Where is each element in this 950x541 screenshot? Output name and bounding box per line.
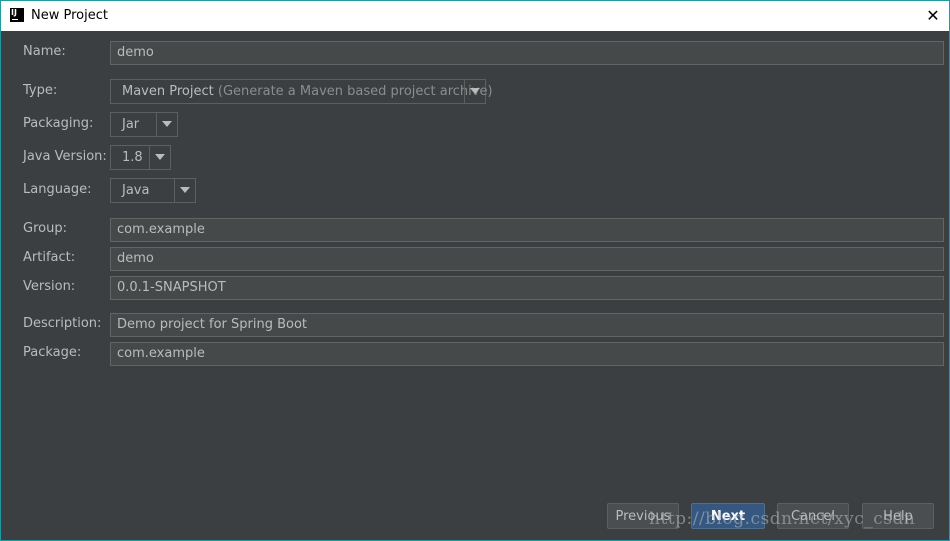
java-version-combo-dropdown-button[interactable]: [149, 146, 170, 169]
type-combo[interactable]: Maven Project (Generate a Maven based pr…: [110, 79, 493, 104]
chevron-down-icon: [155, 154, 165, 160]
packaging-combo-dropdown-button[interactable]: [156, 113, 177, 136]
java-version-label: Java Version:: [23, 149, 107, 164]
type-label: Type:: [23, 83, 58, 98]
close-icon[interactable]: ✕: [923, 6, 943, 26]
version-label: Version:: [23, 279, 76, 294]
artifact-field-value: demo: [117, 251, 154, 266]
language-combo[interactable]: Java: [110, 178, 196, 203]
version-field[interactable]: 0.0.1-SNAPSHOT: [110, 276, 944, 300]
package-field[interactable]: com.example: [110, 342, 944, 366]
packaging-label: Packaging:: [23, 116, 94, 131]
version-field-value: 0.0.1-SNAPSHOT: [117, 280, 226, 295]
chevron-down-icon: [180, 187, 190, 193]
name-label: Name:: [23, 44, 66, 59]
language-combo-value: Java: [122, 183, 150, 198]
new-project-dialog: IJ New Project ✕ Name: demo Type: Maven …: [0, 0, 950, 541]
chevron-down-icon: [162, 121, 172, 127]
group-field[interactable]: com.example: [110, 218, 944, 242]
type-combo-selected: Maven Project: [122, 84, 214, 99]
description-field-value: Demo project for Spring Boot: [117, 317, 308, 332]
group-field-value: com.example: [117, 222, 205, 237]
name-field[interactable]: demo: [110, 41, 944, 65]
language-combo-dropdown-button[interactable]: [174, 179, 195, 202]
language-label: Language:: [23, 182, 92, 197]
name-field-value: demo: [117, 45, 154, 60]
type-combo-dropdown-button[interactable]: [464, 80, 485, 103]
java-version-combo[interactable]: 1.8: [110, 145, 171, 170]
intellij-idea-icon: IJ: [10, 8, 24, 22]
packaging-combo[interactable]: Jar: [110, 112, 178, 137]
artifact-label: Artifact:: [23, 250, 76, 265]
chevron-down-icon: [470, 88, 480, 94]
group-label: Group:: [23, 221, 67, 236]
package-field-value: com.example: [117, 346, 205, 361]
description-field[interactable]: Demo project for Spring Boot: [110, 313, 944, 337]
title-bar: IJ New Project ✕: [1, 1, 949, 31]
packaging-combo-value: Jar: [122, 117, 140, 132]
artifact-field[interactable]: demo: [110, 247, 944, 271]
watermark: http://blog.csdn.net/xyc_csdn: [649, 509, 916, 529]
java-version-combo-value: 1.8: [122, 150, 143, 165]
description-label: Description:: [23, 316, 102, 331]
package-label: Package:: [23, 345, 82, 360]
type-combo-value: Maven Project (Generate a Maven based pr…: [122, 83, 493, 100]
type-combo-hint: (Generate a Maven based project archive): [217, 84, 493, 99]
dialog-title: New Project: [31, 8, 108, 23]
